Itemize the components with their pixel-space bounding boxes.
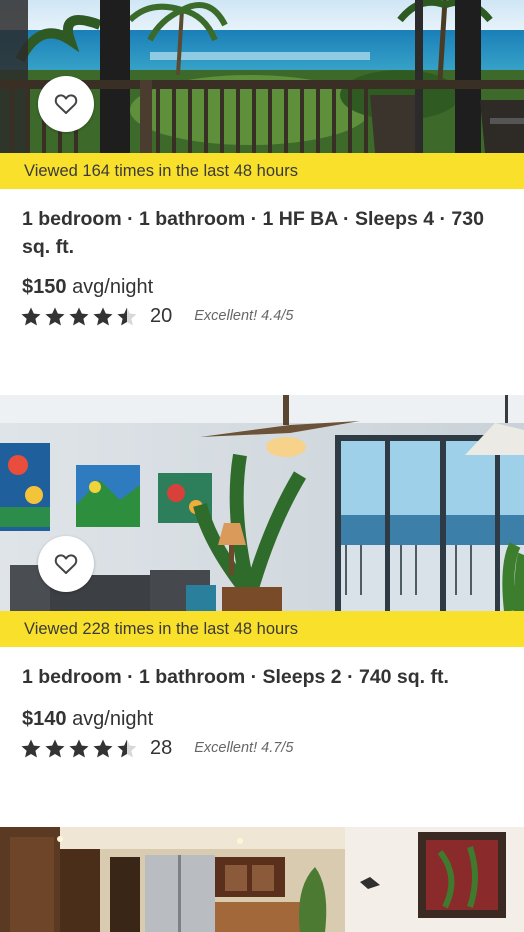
price-amount: $150 <box>22 276 67 298</box>
listing-photo[interactable] <box>0 827 524 932</box>
listing-summary[interactable]: 1 bedroom · 1 bathroom · 1 HF BA · Sleep… <box>22 205 492 261</box>
price-unit: avg/night <box>72 708 154 730</box>
listing-card[interactable] <box>0 827 524 932</box>
star-rating <box>20 738 140 759</box>
star-full-icon <box>93 307 113 325</box>
listing-card[interactable]: Viewed 164 times in the last 48 hours 1 … <box>0 0 524 395</box>
star-full-icon <box>93 739 113 757</box>
star-full-icon <box>69 307 89 325</box>
star-full-icon <box>45 739 65 757</box>
favorite-button[interactable] <box>38 536 94 592</box>
views-banner: Viewed 228 times in the last 48 hours <box>0 611 524 647</box>
listing-price: $140 avg/night <box>22 708 153 731</box>
listing-summary[interactable]: 1 bedroom · 1 bathroom · Sleeps 2 · 740 … <box>22 663 492 691</box>
price-amount: $140 <box>22 708 67 730</box>
star-full-icon <box>69 739 89 757</box>
star-half-icon <box>117 739 137 757</box>
heart-outline-icon <box>54 554 78 574</box>
listing-card[interactable]: Viewed 228 times in the last 48 hours 1 … <box>0 395 524 827</box>
star-full-icon <box>21 739 41 757</box>
heart-outline-icon <box>54 94 78 114</box>
rating-text: Excellent! 4.4/5 <box>194 308 294 324</box>
review-count: 28 <box>150 736 173 759</box>
favorite-button[interactable] <box>38 76 94 132</box>
listing-rating[interactable]: 20 Excellent! 4.4/5 <box>20 304 293 328</box>
price-unit: avg/night <box>72 276 154 298</box>
listing-rating[interactable]: 28 Excellent! 4.7/5 <box>20 736 293 760</box>
review-count: 20 <box>150 304 173 327</box>
listing-photo[interactable] <box>0 0 524 153</box>
star-half-icon <box>117 307 137 325</box>
listing-price: $150 avg/night <box>22 276 153 299</box>
star-rating <box>20 306 140 327</box>
star-full-icon <box>45 307 65 325</box>
star-full-icon <box>21 307 41 325</box>
rating-text: Excellent! 4.7/5 <box>194 740 294 756</box>
views-banner: Viewed 164 times in the last 48 hours <box>0 153 524 189</box>
